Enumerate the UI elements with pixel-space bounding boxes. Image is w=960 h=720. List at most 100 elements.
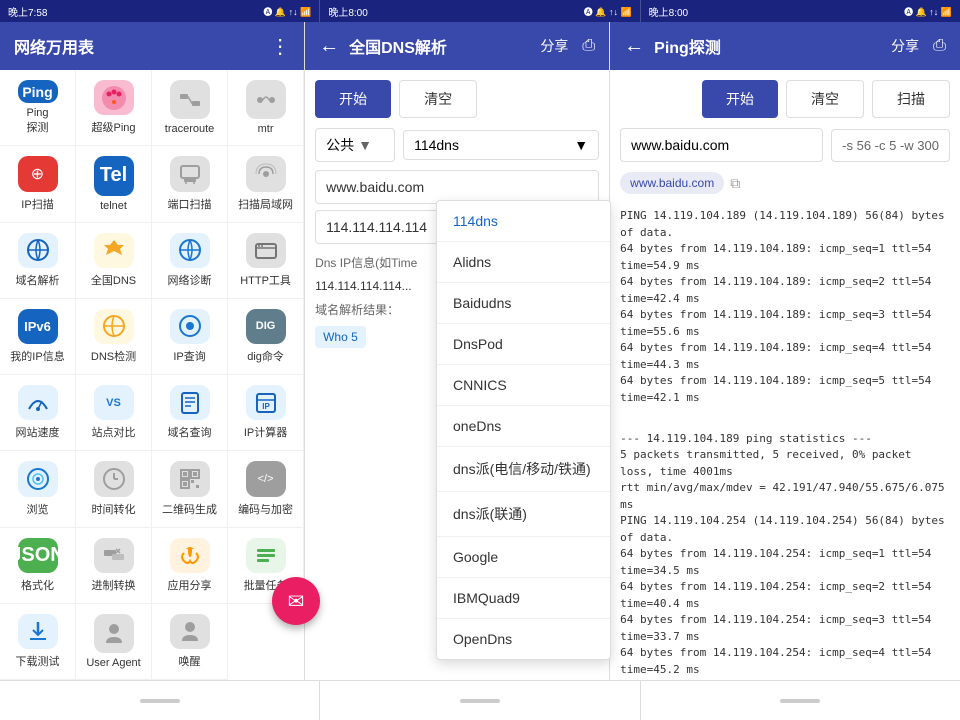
sidebar-label-voice: 唤醒 [179,653,201,669]
sidebar-label-timecvt: 时间转化 [92,501,136,517]
ping-line-3: 64 bytes from 14.119.104.189: icmp_seq=2… [620,274,950,307]
sidebar-menu-button[interactable]: ⋮ [270,34,290,59]
voice-icon [170,614,210,649]
sidebar-item-traceroute[interactable]: traceroute [152,70,228,146]
sidebar-item-ipscan[interactable]: ⊕ IP扫描 [0,146,76,222]
dns-filter-row: 公共 ▼ 114dns ▼ [305,128,609,170]
bottom-nav-2[interactable] [320,681,640,720]
dropdown-item-google[interactable]: Google [437,537,610,578]
dropdown-item-onedns[interactable]: oneDns [437,406,610,447]
right-clear-button[interactable]: 清空 [786,80,864,118]
sidebar-item-json[interactable]: JSON 格式化 [0,528,76,604]
dropdown-item-cnnics[interactable]: CNNICS [437,365,610,406]
dns-public-select[interactable]: 公共 ▼ [315,128,395,162]
fab-email-icon: ✉ [288,589,305,614]
dropdown-item-opendns[interactable]: OpenDns [437,619,610,659]
sidebar-item-telnet[interactable]: Tel telnet [76,146,152,222]
right-back-button[interactable]: ← [624,35,644,58]
sidebar-item-browser[interactable]: 浏览 [0,451,76,527]
ping-line-12: 64 bytes from 14.119.104.254: icmp_seq=5… [620,678,950,680]
time-3: 晚上8:00 [649,4,688,19]
dns-server-select[interactable]: 114dns ▼ [403,130,599,160]
telnet-icon: Tel [94,156,134,195]
bottom-nav-bar-1 [140,699,180,703]
middle-share-button[interactable]: ⎙ [582,37,595,55]
sidebar-label-appshare: 应用分享 [168,577,212,593]
sidebar-label-speed: 网站速度 [16,424,60,440]
dropdown-item-dns-telecom[interactable]: dns派(电信/移动/铁通) [437,447,610,492]
right-start-button[interactable]: 开始 [702,80,778,118]
dropdown-item-baidudns[interactable]: Baidudns [437,283,610,324]
sidebar-item-scanlan[interactable]: 扫描局域网 [228,146,304,222]
sidebar-item-myip[interactable]: IPv6 我的IP信息 [0,299,76,375]
sidebar-item-speed[interactable]: 网站速度 [0,375,76,451]
icons-3: 🅐 🔔 ↑↓ 📶 [904,5,952,18]
middle-controls: 开始 清空 [305,70,609,128]
dns-server-label: 114dns [414,137,459,153]
sidebar-item-qrcode[interactable]: 二维码生成 [152,451,228,527]
sidebar-item-dnscheck[interactable]: DNS检测 [76,299,152,375]
status-bars: 晚上7:58 🅐 🔔 ↑↓ 📶 晚上8:00 🅐 🔔 ↑↓ 📶 晚上8:00 🅐… [0,0,960,22]
sidebar-item-alldns[interactable]: 全国DNS [76,223,152,299]
right-controls: 开始 清空 扫描 [610,70,960,128]
sidebar-item-mtr[interactable]: mtr [228,70,304,146]
sidebar-item-netdiag[interactable]: 网络诊断 [152,223,228,299]
sidebar-item-useragent[interactable]: User Agent [76,604,152,680]
sidebar-item-voice[interactable]: 唤醒 [152,604,228,680]
convert-icon [94,538,134,573]
bottom-nav-1[interactable] [0,681,320,720]
sidebar-item-vscheck[interactable]: VS 站点对比 [76,375,152,451]
sidebar-item-download[interactable]: 下载测试 [0,604,76,680]
right-scan-button[interactable]: 扫描 [872,80,950,118]
qrcode-icon [170,461,210,496]
dropdown-item-114dns[interactable]: 114dns [437,201,610,242]
sidebar-item-encode[interactable]: </> 编码与加密 [228,451,304,527]
ping-line-6: 64 bytes from 14.119.104.189: icmp_seq=5… [620,373,950,406]
sidebar-item-timecvt[interactable]: 时间转化 [76,451,152,527]
right-share-button[interactable]: ⎙ [933,37,946,55]
vscheck-icon: VS [94,385,134,420]
sidebar-label-dnscheck: DNS检测 [91,348,136,364]
fab-email-button[interactable]: ✉ [272,577,320,625]
sidebar-item-ipcalc[interactable]: IP IP计算器 [228,375,304,451]
sidebar-label-download: 下载测试 [16,653,60,669]
ping-line-7: PING 14.119.104.254 (14.119.104.254) 56(… [620,513,950,546]
sidebar-item-convert[interactable]: 进制转换 [76,528,152,604]
right-host-input[interactable] [620,128,823,162]
sidebar-item-portscan[interactable]: 端口扫描 [152,146,228,222]
time-1: 晚上7:58 [8,4,47,19]
scanlan-icon [246,156,286,191]
sidebar-label-qrcode: 二维码生成 [162,501,217,517]
sidebar-item-appshare[interactable]: 应用分享 [152,528,228,604]
mtr-icon [246,80,286,119]
sidebar-item-domain[interactable]: 域名解析 [0,223,76,299]
ping-icon: Ping [18,80,58,103]
dropdown-item-dns-unicom[interactable]: dns派(联通) [437,492,610,537]
sidebar-item-superping[interactable]: 超级Ping [76,70,152,146]
sidebar-item-ping[interactable]: Ping Ping探测 [0,70,76,146]
dns-public-arrow-icon: ▼ [358,137,372,153]
dropdown-item-alidns[interactable]: Alidns [437,242,610,283]
sidebar-item-whois[interactable]: 域名查询 [152,375,228,451]
sidebar-item-http[interactable]: HTTP工具 [228,223,304,299]
dropdown-item-ibmquad9[interactable]: IBMQuad9 [437,578,610,619]
sidebar-label-dig: dig命令 [247,348,284,364]
right-share-label: 分享 [891,36,919,56]
dropdown-item-dnspod[interactable]: DnsPod [437,324,610,365]
sidebar-label-vscheck: 站点对比 [92,424,136,440]
middle-back-button[interactable]: ← [319,35,339,58]
timecvt-icon [94,461,134,496]
url-copy-icon[interactable]: ⧉ [730,175,740,192]
sidebar-label-telnet: telnet [100,200,127,212]
ping-stats-1: --- 14.119.104.189 ping statistics --- [620,431,950,448]
sidebar-item-dig[interactable]: DIG dig命令 [228,299,304,375]
sidebar-label-ipscan: IP扫描 [21,196,53,212]
bottom-nav-3[interactable] [641,681,960,720]
sidebar-item-iplookup[interactable]: IP查询 [152,299,228,375]
dns-public-label: 公共 [326,135,354,155]
whois-icon [170,385,210,420]
sidebar-label-scanlan: 扫描局域网 [238,196,293,212]
middle-clear-button[interactable]: 清空 [399,80,477,118]
dns-host-input[interactable] [315,170,599,204]
middle-start-button[interactable]: 开始 [315,80,391,118]
